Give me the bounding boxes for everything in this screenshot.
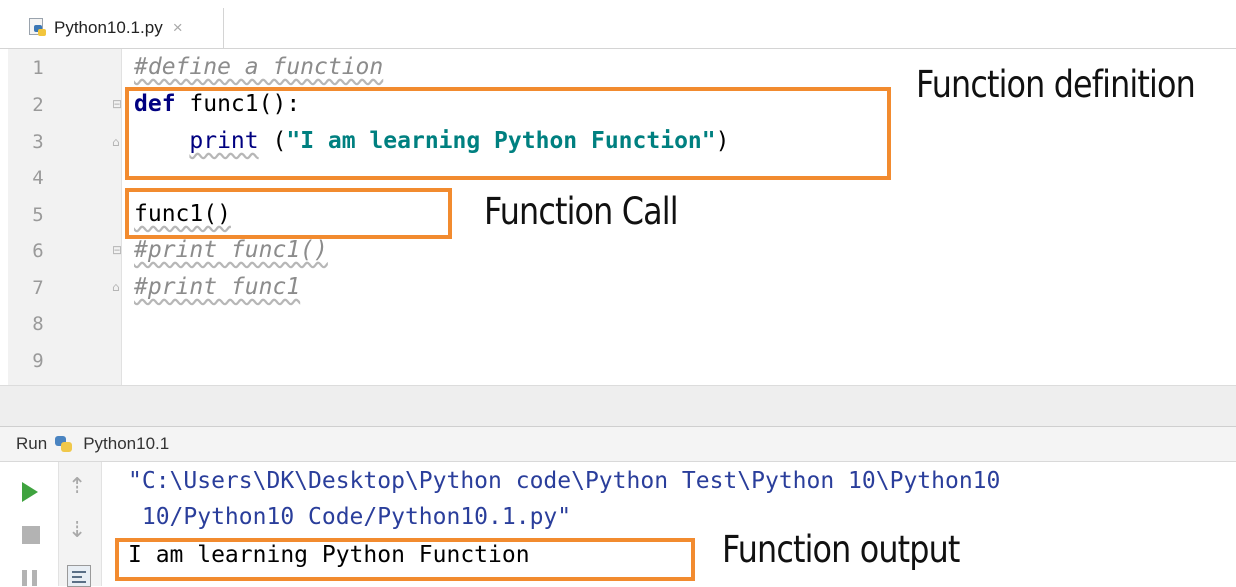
run-config-name[interactable]: Python10.1 xyxy=(83,434,169,454)
code-line-1: #define a function xyxy=(134,54,384,80)
fold-end-icon[interactable]: ⌂ xyxy=(112,135,125,150)
fold-end-icon[interactable]: ⌂ xyxy=(112,280,125,295)
editor-tab-bar: Python10.1.py × xyxy=(0,0,1236,49)
fold-start-icon[interactable]: ⊟ xyxy=(112,97,125,112)
python-file-icon xyxy=(28,18,48,38)
line-number: 4 xyxy=(32,167,44,189)
function-call-box xyxy=(125,188,452,239)
run-panel-header: Run Python10.1 xyxy=(0,426,1236,462)
python-icon xyxy=(53,434,75,454)
console-toolbar: ⇡ ⇣ xyxy=(58,462,102,587)
line-number: 3 xyxy=(32,131,44,153)
line-number: 9 xyxy=(32,350,44,372)
fold-start-icon[interactable]: ⊟ xyxy=(112,243,125,258)
output-path-line-1: "C:\Users\DK\Desktop\Python code\Python … xyxy=(128,468,1001,494)
pause-icon[interactable] xyxy=(22,570,38,586)
line-number: 2 xyxy=(32,94,44,116)
function-definition-box xyxy=(125,87,891,180)
output-path-line-2: 10/Python10 Code/Python10.1.py" xyxy=(128,504,572,530)
annotation-function-call: Function Call xyxy=(484,190,679,233)
line-number: 8 xyxy=(32,313,44,335)
line-number-gutter xyxy=(8,49,122,385)
close-icon[interactable]: × xyxy=(173,18,183,38)
tab-label: Python10.1.py xyxy=(54,18,163,37)
line-number: 5 xyxy=(32,204,44,226)
annotation-function-definition: Function definition xyxy=(916,63,1196,106)
file-tab[interactable]: Python10.1.py × xyxy=(18,8,224,48)
run-icon[interactable] xyxy=(22,482,38,502)
line-number: 6 xyxy=(32,240,44,262)
up-arrow-icon[interactable]: ⇡ xyxy=(68,474,86,499)
function-output-box xyxy=(115,538,695,581)
line-number: 7 xyxy=(32,277,44,299)
code-line-6: #print func1() xyxy=(134,237,328,263)
code-line-7: #print func1 xyxy=(134,274,301,300)
soft-wrap-icon[interactable] xyxy=(67,565,91,587)
line-number: 1 xyxy=(32,57,44,79)
annotation-function-output: Function output xyxy=(722,528,960,571)
stop-icon[interactable] xyxy=(22,526,40,544)
down-arrow-icon[interactable]: ⇣ xyxy=(68,518,86,543)
editor-run-separator xyxy=(0,385,1236,426)
run-toolbar xyxy=(12,462,50,586)
run-tool-label[interactable]: Run xyxy=(16,434,47,454)
